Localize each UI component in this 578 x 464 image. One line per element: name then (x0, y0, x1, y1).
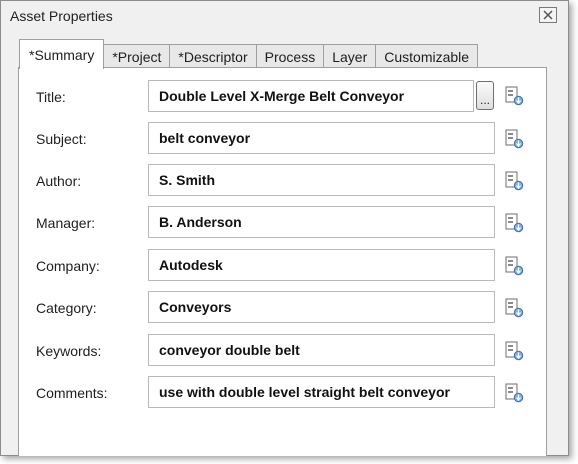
tab-strip: *Summary *Project *Descriptor Process La… (19, 39, 479, 69)
property-link-icon[interactable] (504, 341, 524, 361)
property-link-icon[interactable] (504, 256, 524, 276)
comments-label: Comments: (36, 385, 108, 401)
tab-process[interactable]: Process (255, 44, 325, 69)
manager-field[interactable]: B. Anderson (148, 206, 495, 238)
company-label: Company: (36, 258, 100, 274)
property-link-icon[interactable] (504, 213, 524, 233)
keywords-field[interactable]: conveyor double belt (148, 334, 495, 366)
property-link-icon[interactable] (504, 171, 524, 191)
close-button[interactable] (539, 7, 557, 23)
property-link-icon[interactable] (504, 86, 524, 106)
subject-field[interactable]: belt conveyor (148, 122, 495, 154)
property-link-icon[interactable] (504, 383, 524, 403)
title-field[interactable]: Double Level X-Merge Belt Conveyor (148, 80, 474, 112)
property-link-icon[interactable] (504, 298, 524, 318)
manager-label: Manager: (36, 215, 96, 231)
category-field[interactable]: Conveyors (148, 291, 495, 323)
tab-layer[interactable]: Layer (323, 44, 377, 69)
property-link-icon[interactable] (504, 129, 524, 149)
author-field[interactable]: S. Smith (148, 164, 495, 196)
company-field[interactable]: Autodesk (148, 249, 495, 281)
tab-project[interactable]: *Project (103, 44, 171, 69)
title-label: Title: (36, 89, 66, 105)
window-title: Asset Properties (10, 8, 113, 24)
tab-summary[interactable]: *Summary (19, 39, 105, 69)
browse-title-button[interactable]: ... (476, 81, 494, 110)
comments-field[interactable]: use with double level straight belt conv… (148, 376, 495, 408)
author-label: Author: (36, 173, 82, 189)
tab-descriptor[interactable]: *Descriptor (169, 44, 257, 69)
keywords-label: Keywords: (36, 343, 102, 359)
category-label: Category: (36, 300, 97, 316)
title-bar: Asset Properties (1, 1, 568, 31)
close-icon (543, 10, 553, 20)
subject-label: Subject: (36, 131, 87, 147)
tab-customizable[interactable]: Customizable (375, 44, 479, 69)
